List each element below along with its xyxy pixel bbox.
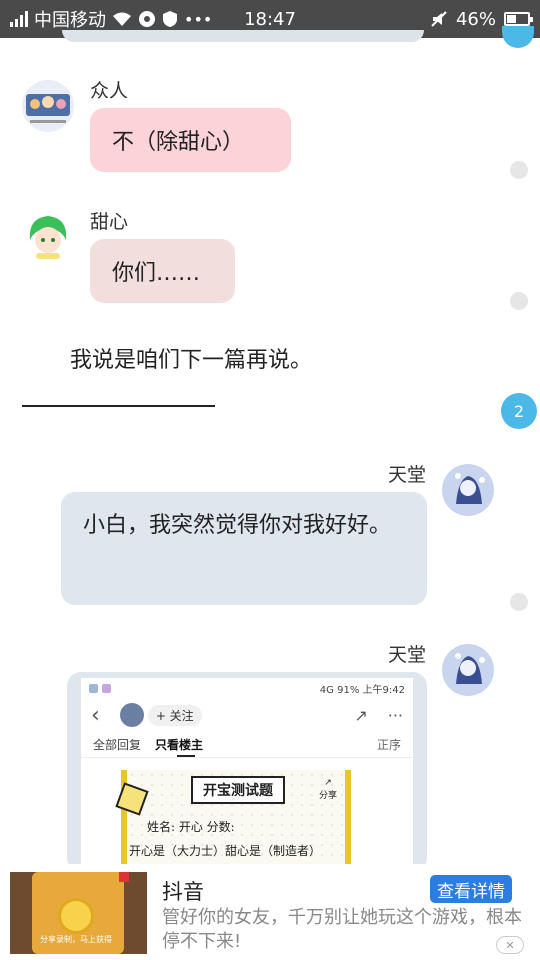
- unread-indicator: [502, 26, 534, 48]
- cube-icon: [115, 782, 149, 816]
- quiz-title: 开宝测试题: [191, 776, 285, 804]
- embedded-status-bar: 4G 91% 上午9:42: [81, 678, 413, 698]
- share-icon: ↗: [354, 705, 368, 725]
- sender-name: 天堂: [388, 464, 427, 486]
- coin-icon: [58, 898, 94, 934]
- battery-icon: [504, 12, 533, 26]
- previous-bubble: [62, 30, 424, 42]
- quiz-line: 开心是（大力士）甜心是（制造者）: [129, 844, 322, 858]
- tab-owner-only: 只看楼主: [155, 738, 204, 752]
- avatar[interactable]: [442, 464, 494, 516]
- share-icon: ↗ 分享: [318, 778, 337, 801]
- embedded-tabs: 全部回复 只看楼主 正序: [81, 732, 413, 758]
- more-icon: •••: [184, 9, 213, 29]
- close-icon: [119, 872, 129, 882]
- chat-screen: 中国移动 ••• 18:47 46% 众人 不（除甜心） 甜心 你们…… 我说是…: [0, 0, 540, 960]
- battery-percent: 46%: [455, 8, 496, 30]
- view-details-button[interactable]: 查看详情: [430, 875, 512, 903]
- signal-icon: [10, 11, 28, 27]
- unread-count-badge[interactable]: 2: [501, 393, 537, 429]
- embedded-screenshot: 4G 91% 上午9:42 ‹ + 关注 ↗ ··· 全部回复 只看楼主 正序: [81, 678, 413, 872]
- ad-thumbnail[interactable]: 分享录制，马上获得: [10, 872, 147, 954]
- narration-text: 我说是咱们下一篇再说。: [70, 348, 313, 373]
- divider-line: [22, 405, 215, 407]
- message-bubble[interactable]: 你们……: [90, 239, 235, 303]
- sort-dropdown: 正序: [376, 738, 401, 752]
- ad-banner[interactable]: 分享录制，马上获得 抖音 查看详情 管好你的女友，千万别让她玩这个游戏，根本停不…: [0, 864, 540, 960]
- ad-thumb-caption: 分享录制，马上获得: [40, 935, 112, 944]
- sender-name: 众人: [90, 80, 129, 102]
- ad-title: 抖音: [162, 880, 204, 904]
- avatar: [119, 703, 144, 727]
- wifi-icon: [112, 11, 132, 27]
- ad-description: 管好你的女友，千万别让她玩这个游戏，根本停不下来!: [162, 907, 522, 952]
- sender-name: 甜心: [90, 211, 129, 233]
- quiz-image: 开宝测试题 ↗ 分享 姓名: 开心 分数: 开心是（大力士）甜心是（制造者）: [115, 770, 351, 872]
- tab-all-replies: 全部回复: [93, 738, 142, 752]
- back-icon: ‹: [91, 702, 100, 728]
- avatar[interactable]: [22, 80, 74, 132]
- sender-name: 天堂: [388, 644, 427, 666]
- follow-button: + 关注: [147, 704, 202, 726]
- mute-icon: [430, 10, 448, 28]
- more-icon: ···: [387, 705, 403, 725]
- shield-icon: [162, 10, 178, 28]
- active-tab-indicator: [177, 755, 195, 757]
- avatar[interactable]: [442, 644, 494, 696]
- read-status-dot: [510, 161, 528, 179]
- app-icon: [102, 683, 111, 693]
- quiz-line: 姓名: 开心 分数:: [147, 820, 235, 834]
- embedded-nav-bar: ‹ + 关注 ↗ ···: [81, 698, 413, 732]
- carrier-label: 中国移动: [34, 10, 106, 31]
- image-message[interactable]: 4G 91% 上午9:42 ‹ + 关注 ↗ ··· 全部回复 只看楼主 正序: [67, 672, 427, 872]
- message-bubble[interactable]: 小白，我突然觉得你对我好好。: [61, 492, 427, 605]
- message-bubble[interactable]: 不（除甜心）: [90, 108, 291, 172]
- app-icon: [89, 683, 98, 693]
- read-status-dot: [510, 292, 528, 310]
- notification-icon: [138, 10, 156, 28]
- ad-close-button[interactable]: ✕: [496, 936, 524, 954]
- avatar[interactable]: [22, 210, 74, 262]
- read-status-dot: [510, 593, 528, 611]
